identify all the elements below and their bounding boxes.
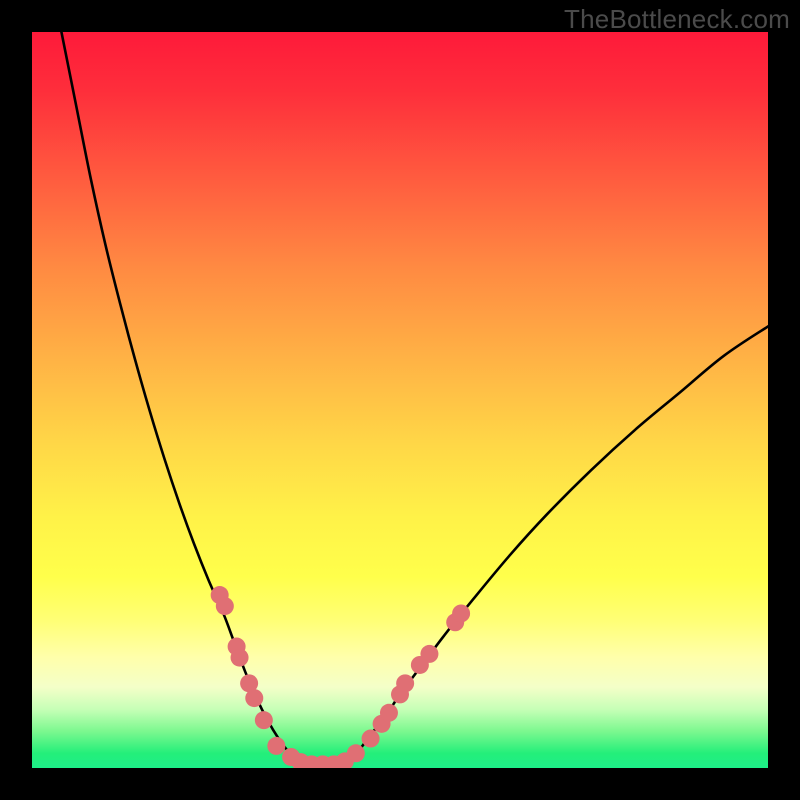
marker-dot (216, 597, 234, 615)
marker-dot (231, 649, 249, 667)
curve-overlay (32, 32, 768, 768)
marker-dot (452, 604, 470, 622)
marker-dot (347, 744, 365, 762)
plot-area (32, 32, 768, 768)
chart-frame: TheBottleneck.com (0, 0, 800, 800)
marker-dot (380, 704, 398, 722)
marker-dot (245, 689, 263, 707)
marker-dot (362, 730, 380, 748)
marker-dot (420, 645, 438, 663)
marker-dot (396, 674, 414, 692)
marker-dot (267, 737, 285, 755)
watermark-text: TheBottleneck.com (564, 4, 790, 35)
curve-left-curve (61, 32, 304, 766)
marker-dot (255, 711, 273, 729)
